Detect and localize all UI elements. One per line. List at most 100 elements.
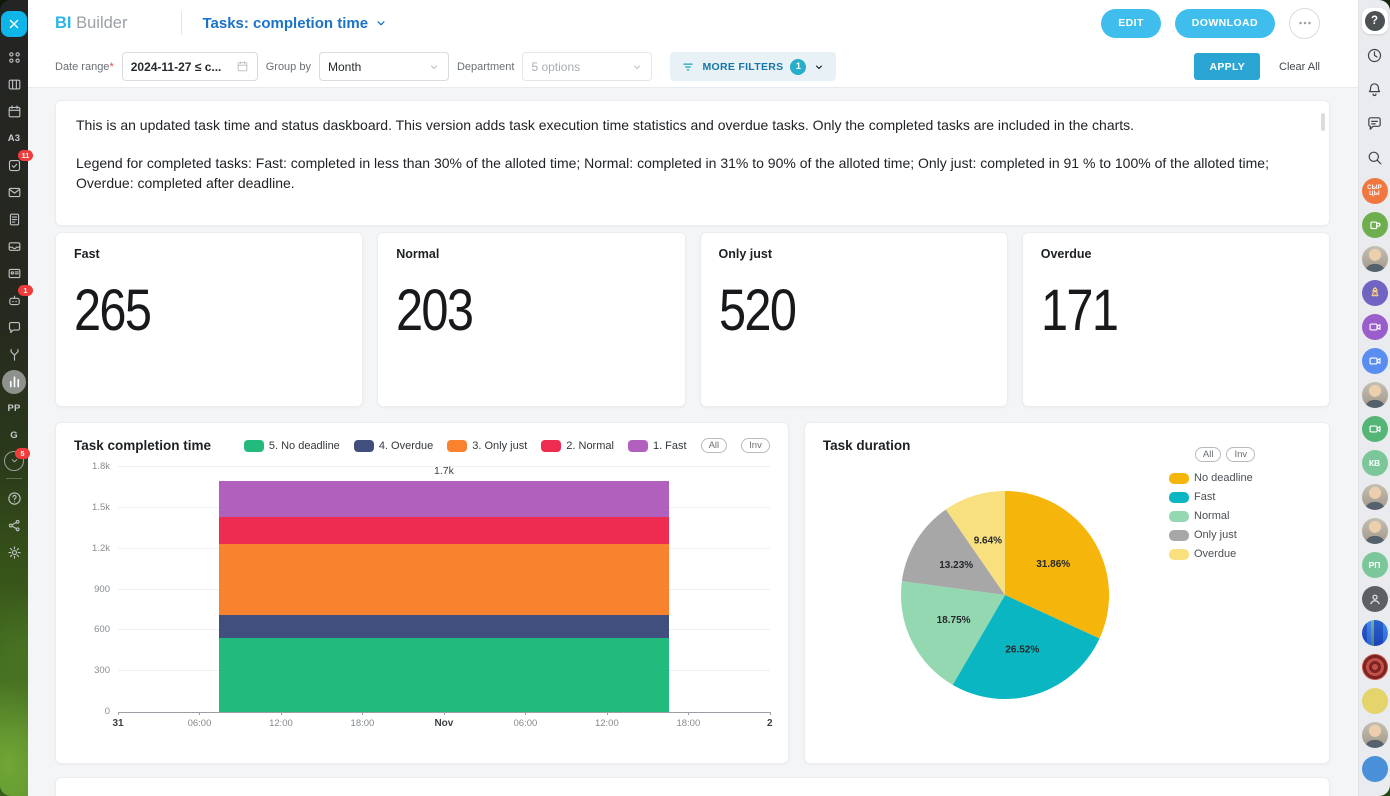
sidebar-item-tasks[interactable]: 11 xyxy=(2,154,26,178)
legend-item[interactable]: Overdue xyxy=(1169,548,1281,560)
legend-item[interactable]: Fast xyxy=(1169,491,1281,503)
avatar-photo-3[interactable] xyxy=(1362,484,1388,510)
clear-all-link[interactable]: Clear All xyxy=(1279,61,1320,73)
dashboard-content: This is an updated task time and status … xyxy=(28,88,1358,796)
legend-inv-button[interactable]: Inv xyxy=(741,438,770,453)
sidebar-item-inbox[interactable] xyxy=(2,235,26,259)
date-range-label: Date range* xyxy=(55,61,114,73)
more-filters-button[interactable]: MORE FILTERS 1 xyxy=(670,52,836,81)
sidebar-item-apps[interactable] xyxy=(2,46,26,70)
app-logo: BI Builder xyxy=(55,14,127,33)
avatar: КВ xyxy=(1362,450,1388,476)
avatar-pixel[interactable] xyxy=(1362,620,1388,646)
legend-item[interactable]: No deadline xyxy=(1169,472,1281,484)
help[interactable]: ? xyxy=(1362,8,1388,34)
close-button[interactable] xyxy=(1,11,27,37)
sidebar-item-a3[interactable]: A3 xyxy=(2,127,26,151)
sidebar-item-calendar[interactable] xyxy=(2,100,26,124)
pie-slice-label: 18.75% xyxy=(936,615,970,626)
stacked-bar[interactable] xyxy=(219,481,669,712)
search-icon[interactable] xyxy=(1362,144,1388,170)
download-button[interactable]: DOWNLOAD xyxy=(1175,9,1275,38)
edit-button[interactable]: EDIT xyxy=(1101,9,1161,38)
avatar-kv[interactable]: КВ xyxy=(1362,450,1388,476)
sidebar-item-tools[interactable] xyxy=(2,343,26,367)
left-sidebar: A3111PPG5 xyxy=(0,0,28,796)
help-icon: ? xyxy=(1365,11,1385,31)
right-sidebar: ? СЫРЦЫ КВ РП xyxy=(1358,0,1390,796)
next-card-partial xyxy=(55,777,1330,796)
x-tick xyxy=(444,712,445,715)
kpi-value: 203 xyxy=(396,277,623,344)
pie-chart: 31.86%26.52%18.75%13.23%9.64% AllInv No … xyxy=(823,453,1311,725)
x-tick-label: 06:00 xyxy=(188,718,212,729)
avatar-photo-1[interactable] xyxy=(1362,246,1388,272)
legend-swatch xyxy=(447,440,467,452)
legend-all-button[interactable]: All xyxy=(1195,447,1222,462)
avatar-photo-5[interactable] xyxy=(1362,722,1388,748)
bar-segment--fast xyxy=(219,481,669,517)
legend-item[interactable]: 3. Only just xyxy=(447,440,527,452)
avatar-cup[interactable] xyxy=(1362,212,1388,238)
y-axis: 03006009001.2k1.5k1.8k xyxy=(74,467,118,712)
legend-swatch xyxy=(1169,549,1189,560)
legend-item[interactable]: 2. Normal xyxy=(541,440,614,452)
avatar-partial[interactable] xyxy=(1362,756,1388,782)
logo-accent: BI xyxy=(55,14,72,32)
legend-item[interactable]: 4. Overdue xyxy=(354,440,433,452)
avatar-rocket[interactable] xyxy=(1362,280,1388,306)
legend-item[interactable]: Only just xyxy=(1169,529,1281,541)
legend-item[interactable]: 1. Fast xyxy=(628,440,687,452)
avatar-pattern[interactable] xyxy=(1362,654,1388,680)
avatar-syrtsy[interactable]: СЫРЦЫ xyxy=(1362,178,1388,204)
avatar-video-1[interactable] xyxy=(1362,314,1388,340)
messages-icon[interactable] xyxy=(1362,110,1388,136)
plot-area: 1.7k3106:0012:0018:00Nov06:0012:0018:002 xyxy=(118,467,770,713)
kpi-value: 520 xyxy=(719,277,946,344)
sidebar-item-chat[interactable] xyxy=(2,316,26,340)
pie-slice-label: 9.64% xyxy=(974,535,1002,546)
sidebar-item-share[interactable] xyxy=(2,514,26,538)
sidebar-item-analytics[interactable] xyxy=(2,370,26,394)
legend-inv-button[interactable]: Inv xyxy=(1226,447,1255,462)
avatar-rp[interactable]: РП xyxy=(1362,552,1388,578)
scrollbar-thumb[interactable] xyxy=(1321,113,1325,131)
sidebar-item-more[interactable]: 5 xyxy=(4,451,24,471)
avatar-video-3[interactable] xyxy=(1362,416,1388,442)
x-tick xyxy=(281,712,282,715)
sidebar-item-pp[interactable]: PP xyxy=(2,397,26,421)
bar-chart-title: Task completion time xyxy=(74,438,211,453)
notifications-icon[interactable] xyxy=(1362,76,1388,102)
avatar-cartoon[interactable] xyxy=(1362,688,1388,714)
history-icon[interactable] xyxy=(1362,42,1388,68)
apply-button[interactable]: APPLY xyxy=(1194,53,1260,80)
legend-all-button[interactable]: All xyxy=(701,438,728,453)
avatar xyxy=(1362,484,1388,510)
sidebar-item-mail[interactable] xyxy=(2,181,26,205)
kpi-card-only-just: Only just 520 xyxy=(700,232,1008,407)
legend-item[interactable]: Normal xyxy=(1169,510,1281,522)
sidebar-item-settings[interactable] xyxy=(2,541,26,565)
sidebar-item-help[interactable] xyxy=(2,487,26,511)
sidebar-item-g[interactable]: G xyxy=(2,424,26,448)
kpi-label: Normal xyxy=(396,247,666,261)
x-tick xyxy=(118,712,119,715)
legend-item[interactable]: 5. No deadline xyxy=(244,440,340,452)
avatar-video-2[interactable] xyxy=(1362,348,1388,374)
dashboard-title-dropdown[interactable]: Tasks: completion time xyxy=(202,15,388,32)
sidebar-item-contacts[interactable] xyxy=(2,262,26,286)
date-range-input[interactable]: 2024-11-27 ≤ c... xyxy=(122,52,258,81)
bar-chart-card: Task completion time 5. No deadline 4. Ov… xyxy=(55,422,789,764)
more-options-button[interactable] xyxy=(1289,8,1320,39)
avatar-photo-2[interactable] xyxy=(1362,382,1388,408)
avatar-photo-4[interactable] xyxy=(1362,518,1388,544)
legend-swatch xyxy=(354,440,374,452)
group-by-select[interactable]: Month xyxy=(319,52,449,81)
avatar-silhouette[interactable] xyxy=(1362,586,1388,612)
sidebar-item-documents[interactable] xyxy=(2,208,26,232)
department-select[interactable]: 5 options xyxy=(522,52,652,81)
sidebar-item-bot[interactable]: 1 xyxy=(2,289,26,313)
x-tick xyxy=(199,712,200,715)
sidebar-item-kanban[interactable] xyxy=(2,73,26,97)
avatar xyxy=(1362,348,1388,374)
